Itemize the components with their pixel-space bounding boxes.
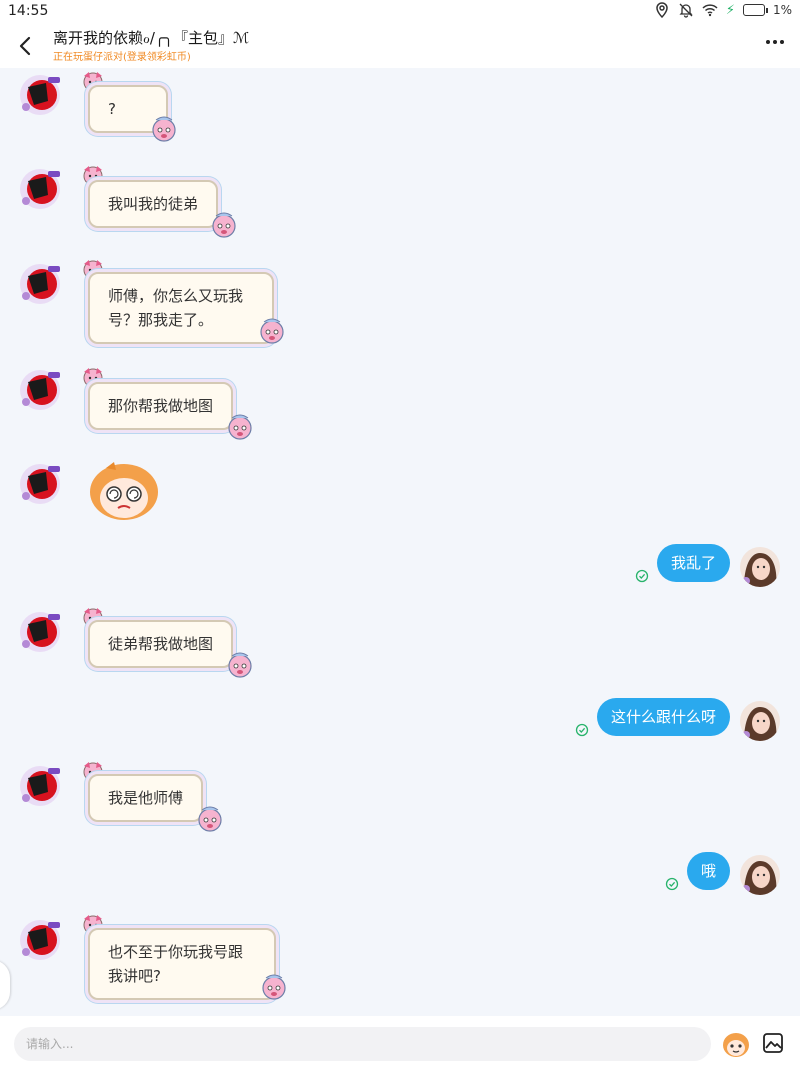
check-circle-icon (575, 723, 589, 737)
message-input[interactable] (14, 1027, 711, 1061)
message-bubble[interactable]: 师傅，你怎么又玩我 号？那我走了。 (88, 272, 274, 344)
chat-title: 离开我的依赖ℴ/╭╮『主包』ℳ (53, 29, 250, 47)
side-drawer-handle[interactable] (0, 960, 10, 1010)
message-bubble[interactable]: 也不至于你玩我号跟 我讲吧? (88, 928, 276, 1000)
status-icons: ⚡ 1% (654, 2, 792, 18)
message-bubble-self[interactable]: 我乱了 (657, 544, 731, 582)
wifi-icon (702, 4, 718, 17)
bubble-decoration-icon (208, 208, 240, 240)
dizzy-face-sticker[interactable] (86, 462, 162, 524)
contact-avatar[interactable] (18, 73, 62, 117)
message-bubble[interactable]: 我是他师傅 (88, 774, 204, 822)
status-bar: 14:55 ⚡ 1% (0, 0, 800, 24)
battery-icon (742, 4, 768, 16)
bell-off-icon (679, 3, 693, 18)
message-bubble[interactable]: 徒弟帮我做地图 (88, 620, 234, 668)
my-avatar[interactable] (740, 547, 780, 587)
bubble-decoration-icon (256, 314, 288, 346)
contact-avatar[interactable] (18, 918, 62, 962)
chevron-left-icon[interactable] (16, 34, 36, 58)
my-avatar[interactable] (740, 855, 780, 895)
contact-avatar[interactable] (18, 368, 62, 412)
emoji-face-icon[interactable] (722, 1030, 750, 1058)
contact-avatar[interactable] (18, 610, 62, 654)
charging-bolt-icon: ⚡ (725, 2, 735, 18)
check-circle-icon (635, 569, 649, 583)
bubble-decoration-icon (224, 648, 256, 680)
check-circle-icon (665, 877, 679, 891)
chat-header: 离开我的依赖ℴ/╭╮『主包』ℳ 正在玩蛋仔派对(登录领彩虹币) (0, 24, 800, 68)
contact-avatar[interactable] (18, 764, 62, 808)
image-icon[interactable] (762, 1032, 784, 1054)
bubble-decoration-icon (148, 112, 180, 144)
bubble-decoration-icon (258, 970, 290, 1002)
input-bar (0, 1016, 800, 1071)
bubble-decoration-icon (194, 802, 226, 834)
message-bubble[interactable]: 那你帮我做地图 (88, 382, 234, 430)
message-bubble[interactable]: 我叫我的徒弟 (88, 180, 219, 228)
bubble-decoration-icon (224, 410, 256, 442)
chat-status-subtitle[interactable]: 正在玩蛋仔派对(登录领彩虹币) (53, 48, 191, 63)
message-bubble-self[interactable]: 这什么跟什么呀 (597, 698, 731, 736)
contact-avatar[interactable] (18, 167, 62, 211)
more-dots-icon[interactable] (766, 40, 784, 44)
status-time: 14:55 (8, 3, 49, 19)
contact-avatar[interactable] (18, 462, 62, 506)
location-icon (656, 2, 668, 18)
message-bubble-self[interactable]: 哦 (687, 852, 731, 890)
battery-level: 1% (772, 3, 792, 17)
my-avatar[interactable] (740, 701, 780, 741)
contact-avatar[interactable] (18, 262, 62, 306)
